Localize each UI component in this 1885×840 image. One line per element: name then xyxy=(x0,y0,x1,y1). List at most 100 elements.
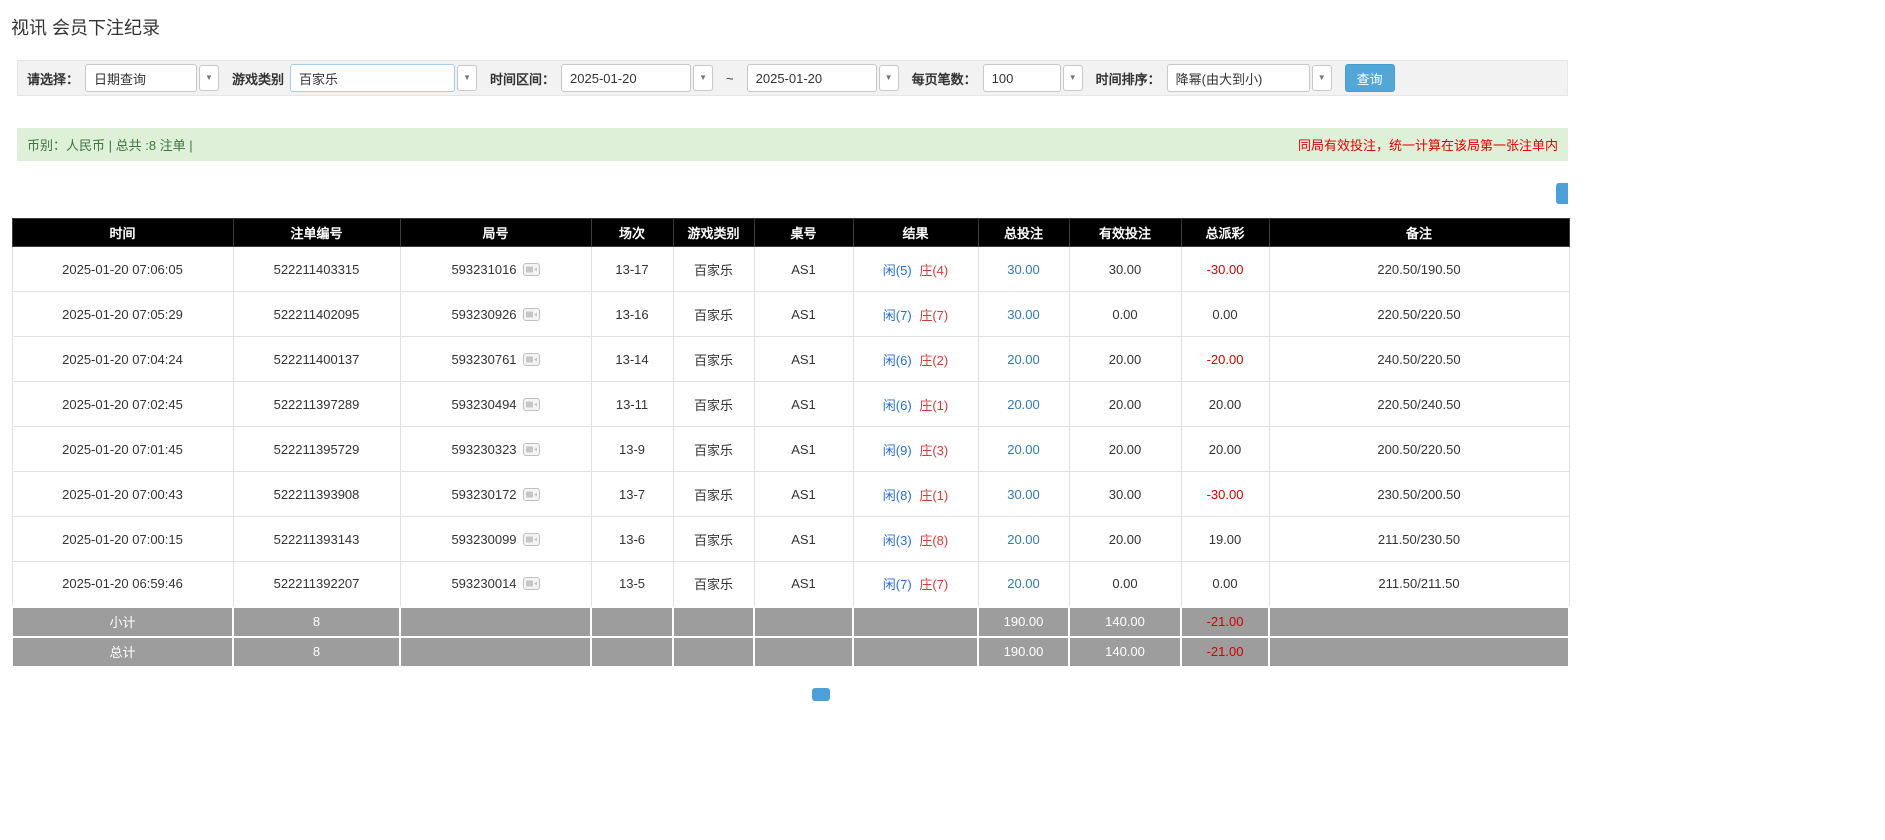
cell-valid-bet: 20.00 xyxy=(1068,381,1182,427)
date-from-caret-button[interactable]: ▼ xyxy=(693,65,714,91)
game-type-caret-button[interactable]: ▼ xyxy=(457,65,478,91)
summary-empty-cell xyxy=(672,605,755,638)
cell-table-no: AS1 xyxy=(753,336,854,382)
total-row: 总计 8 190.00 140.00 -21.00 xyxy=(11,635,1570,668)
date-to-select[interactable]: 2025-01-20 xyxy=(746,64,877,92)
subtotal-count: 8 xyxy=(232,605,401,638)
total-bet-link[interactable]: 20.00 xyxy=(1007,397,1040,412)
pagination-button-partial[interactable] xyxy=(812,688,830,701)
query-type-caret-button[interactable]: ▼ xyxy=(199,65,220,91)
cell-bet-id: 522211397289 xyxy=(232,381,401,427)
video-replay-icon[interactable] xyxy=(522,577,540,591)
cell-time: 2025-01-20 07:06:05 xyxy=(11,246,234,292)
cell-valid-bet: 20.00 xyxy=(1068,336,1182,382)
cell-valid-bet: 30.00 xyxy=(1068,471,1182,517)
total-label: 总计 xyxy=(11,635,234,668)
cell-total-bet: 20.00 xyxy=(977,561,1070,607)
result-player: 闲(7) xyxy=(882,577,912,593)
summary-empty-cell xyxy=(399,635,592,668)
cell-time: 2025-01-20 07:04:24 xyxy=(11,336,234,382)
records-table: 时间 注单编号 局号 场次 游戏类别 桌号 结果 总投注 有效投注 总派彩 备注… xyxy=(11,218,1570,668)
cell-time: 2025-01-20 07:02:45 xyxy=(11,381,234,427)
total-bet-link[interactable]: 20.00 xyxy=(1007,442,1040,457)
summary-empty-cell xyxy=(1268,605,1570,638)
result-player: 闲(9) xyxy=(882,442,912,458)
cell-bet-id: 522211395729 xyxy=(232,426,401,472)
chevron-down-icon: ▼ xyxy=(884,73,893,82)
round-number: 593230926 xyxy=(451,306,517,322)
game-type-filter: 游戏类别 百家乐 ▼ xyxy=(232,64,478,92)
date-to-caret-button[interactable]: ▼ xyxy=(878,65,899,91)
cell-total-bet: 20.00 xyxy=(977,381,1070,427)
chevron-down-icon: ▼ xyxy=(699,73,707,82)
query-type-select[interactable]: 日期查询 xyxy=(85,64,198,92)
cell-bet-id: 522211403315 xyxy=(232,246,401,292)
cell-session: 13-17 xyxy=(590,246,674,292)
cell-result: 闲(7) 庄(7) xyxy=(852,291,979,337)
page-size-select[interactable]: 100 xyxy=(982,64,1061,92)
date-range-separator: ~ xyxy=(726,70,734,86)
cell-game-type: 百家乐 xyxy=(672,336,755,382)
cell-round-id: 593230099 xyxy=(399,516,592,562)
date-range-label: 时间区间： xyxy=(490,71,556,87)
cell-payout: 0.00 xyxy=(1180,561,1270,607)
cell-total-bet: 30.00 xyxy=(977,471,1070,517)
sort-order-caret-button[interactable]: ▼ xyxy=(1311,65,1332,91)
total-bet-link[interactable]: 30.00 xyxy=(1007,487,1040,502)
video-replay-icon[interactable] xyxy=(522,262,540,276)
date-from-select[interactable]: 2025-01-20 xyxy=(561,64,692,92)
summary-empty-cell xyxy=(399,605,592,638)
total-bet-link[interactable]: 20.00 xyxy=(1007,532,1040,547)
total-total-bet: 190.00 xyxy=(977,635,1070,668)
table-row: 2025-01-20 07:06:05 522211403315 5932310… xyxy=(11,246,1570,292)
col-note: 备注 xyxy=(1268,218,1570,247)
total-bet-link[interactable]: 30.00 xyxy=(1007,262,1040,277)
search-button[interactable]: 查询 xyxy=(1344,64,1395,92)
side-panel-toggle-button[interactable] xyxy=(1556,183,1568,204)
sort-order-select[interactable]: 降幂(由大到小) xyxy=(1166,64,1310,92)
total-bet-link[interactable]: 20.00 xyxy=(1007,576,1040,591)
cell-total-bet: 30.00 xyxy=(977,246,1070,292)
cell-session: 13-14 xyxy=(590,336,674,382)
table-row: 2025-01-20 07:00:15 522211393143 5932300… xyxy=(11,516,1570,562)
table-row: 2025-01-20 07:05:29 522211402095 5932309… xyxy=(11,291,1570,337)
total-bet-link[interactable]: 30.00 xyxy=(1007,307,1040,322)
cell-result: 闲(6) 庄(2) xyxy=(852,336,979,382)
cell-payout: 0.00 xyxy=(1180,291,1270,337)
cell-note: 230.50/200.50 xyxy=(1268,471,1570,517)
subtotal-valid-bet: 140.00 xyxy=(1068,605,1182,638)
video-replay-icon[interactable] xyxy=(522,307,540,321)
summary-empty-cell xyxy=(753,635,854,668)
table-body: 2025-01-20 07:06:05 522211403315 5932310… xyxy=(11,246,1570,607)
video-replay-icon[interactable] xyxy=(522,352,540,366)
result-player: 闲(5) xyxy=(882,262,912,278)
cell-time: 2025-01-20 07:01:45 xyxy=(11,426,234,472)
col-payout: 总派彩 xyxy=(1180,218,1270,247)
video-replay-icon[interactable] xyxy=(522,487,540,501)
video-replay-icon[interactable] xyxy=(522,397,540,411)
video-replay-icon[interactable] xyxy=(522,442,540,456)
game-type-select[interactable]: 百家乐 xyxy=(290,64,456,92)
round-number: 593231016 xyxy=(451,261,517,277)
sort-order-label: 时间排序： xyxy=(1095,71,1161,87)
result-banker: 庄(1) xyxy=(919,397,949,413)
cell-game-type: 百家乐 xyxy=(672,516,755,562)
cell-payout: -30.00 xyxy=(1180,471,1270,517)
cell-result: 闲(5) 庄(4) xyxy=(852,246,979,292)
summary-empty-cell xyxy=(590,605,674,638)
cell-round-id: 593230761 xyxy=(399,336,592,382)
cell-game-type: 百家乐 xyxy=(672,381,755,427)
cell-note: 200.50/220.50 xyxy=(1268,426,1570,472)
result-banker: 庄(4) xyxy=(919,262,949,278)
cell-table-no: AS1 xyxy=(753,561,854,607)
subtotal-payout: -21.00 xyxy=(1180,605,1270,638)
cell-payout: -20.00 xyxy=(1180,336,1270,382)
total-bet-link[interactable]: 20.00 xyxy=(1007,352,1040,367)
video-replay-icon[interactable] xyxy=(522,532,540,546)
result-banker: 庄(8) xyxy=(919,532,949,548)
cell-result: 闲(8) 庄(1) xyxy=(852,471,979,517)
result-banker: 庄(1) xyxy=(919,487,949,503)
page-size-caret-button[interactable]: ▼ xyxy=(1062,65,1083,91)
cell-table-no: AS1 xyxy=(753,471,854,517)
cell-bet-id: 522211393143 xyxy=(232,516,401,562)
